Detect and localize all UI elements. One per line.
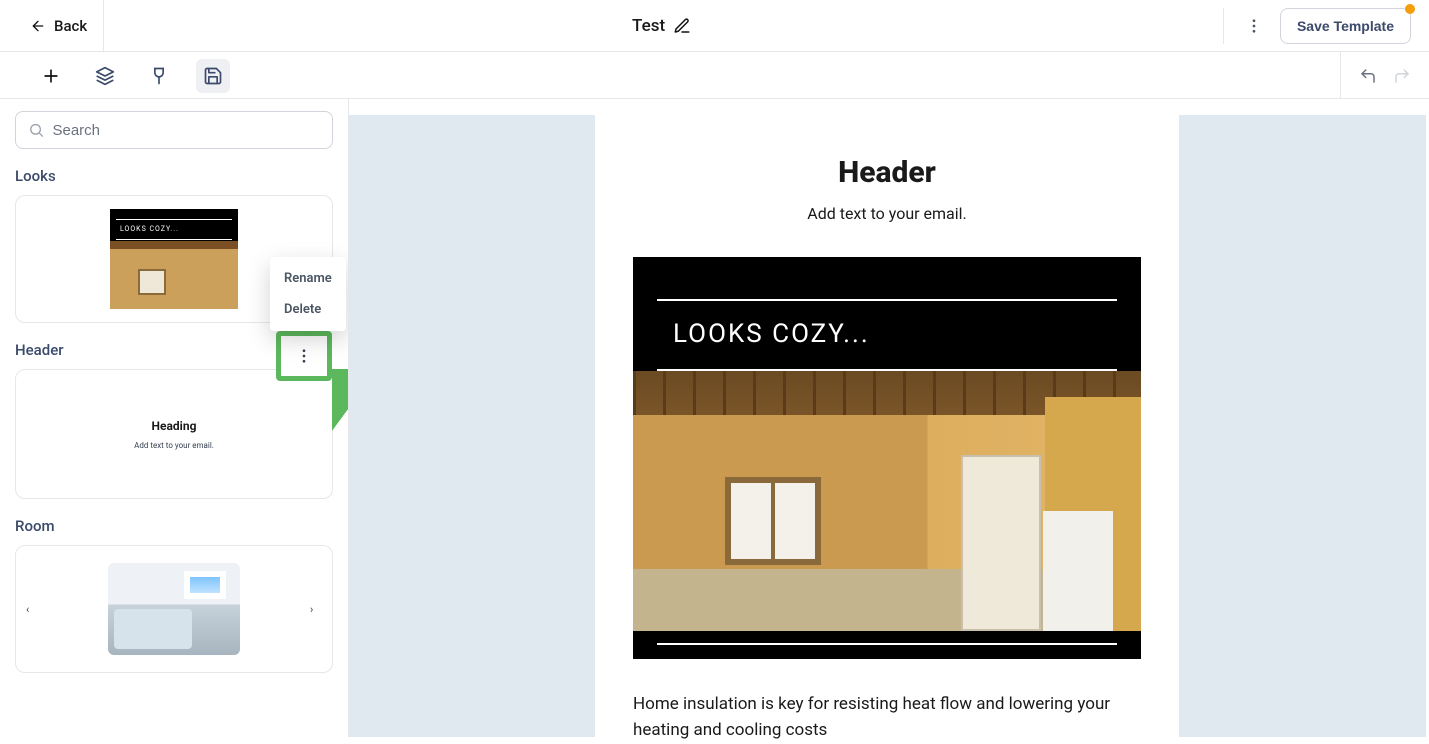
annotation-arrow-icon [332, 369, 349, 449]
email-subline[interactable]: Add text to your email. [633, 204, 1141, 223]
thumb-looks: LOOKS COZY... [110, 209, 238, 309]
undo-redo [1340, 52, 1417, 99]
search-icon [28, 121, 44, 139]
top-bar: Back Test Save Template [0, 0, 1429, 52]
email-body[interactable]: Home insulation is key for resisting hea… [633, 691, 1141, 744]
doc-title-wrap: Test [632, 16, 691, 36]
saved-section-room[interactable]: ‹ › [15, 545, 333, 673]
styles-button[interactable] [142, 59, 176, 93]
save-template-button[interactable]: Save Template [1280, 8, 1411, 44]
add-block-button[interactable] [34, 59, 68, 93]
section-context-menu: Rename Delete [270, 257, 346, 331]
redo-button[interactable] [1387, 61, 1417, 91]
arrow-left-icon [30, 18, 46, 34]
page-more-button[interactable] [1236, 8, 1272, 44]
more-vertical-icon [1245, 17, 1263, 35]
carousel-prev-icon[interactable]: ‹ [26, 603, 38, 615]
canvas: Header Add text to your email. LOOKS COZ… [349, 99, 1429, 737]
edit-icon[interactable] [673, 17, 691, 35]
layers-icon [95, 66, 115, 86]
plus-icon [41, 66, 61, 86]
tool-row [0, 52, 1429, 99]
separator [1223, 8, 1224, 44]
thumb-header-heading: Heading [152, 419, 197, 433]
doc-title: Test [632, 16, 665, 36]
section-title-room: Room [15, 517, 333, 535]
carousel-next-icon[interactable]: › [310, 603, 322, 615]
hero-caption: LOOKS COZY... [673, 319, 870, 349]
save-template-label: Save Template [1297, 18, 1394, 34]
back-label: Back [54, 17, 87, 35]
main: Looks LOOKS COZY... Rename Delete Header [0, 99, 1429, 737]
menu-rename[interactable]: Rename [270, 263, 346, 294]
more-vertical-icon [295, 347, 313, 365]
email-page[interactable]: Header Add text to your email. LOOKS COZ… [595, 115, 1179, 737]
section-title-looks: Looks [15, 167, 333, 185]
saved-section-header[interactable]: Heading Add text to your email. [15, 369, 333, 499]
search-field-wrap[interactable] [15, 111, 333, 149]
redo-icon [1393, 67, 1411, 85]
menu-delete[interactable]: Delete [270, 294, 346, 325]
thumb-looks-caption: LOOKS COZY... [120, 225, 179, 233]
back-button[interactable]: Back [0, 0, 104, 51]
top-right: Save Template [1219, 8, 1411, 44]
search-input[interactable] [52, 122, 320, 139]
email-header[interactable]: Header [633, 155, 1141, 190]
unsaved-indicator-icon [1405, 4, 1415, 14]
layers-button[interactable] [88, 59, 122, 93]
left-tools [0, 52, 349, 99]
section-more-button[interactable] [276, 331, 332, 381]
sidebar: Looks LOOKS COZY... Rename Delete Header [0, 99, 349, 737]
undo-icon [1359, 67, 1377, 85]
paint-icon [149, 66, 169, 86]
saved-sections-button[interactable] [196, 59, 230, 93]
thumb-header-text: Add text to your email. [134, 441, 214, 450]
thumb-room [108, 563, 240, 655]
save-icon [203, 66, 223, 86]
undo-button[interactable] [1353, 61, 1383, 91]
email-hero[interactable]: LOOKS COZY... [633, 257, 1141, 659]
